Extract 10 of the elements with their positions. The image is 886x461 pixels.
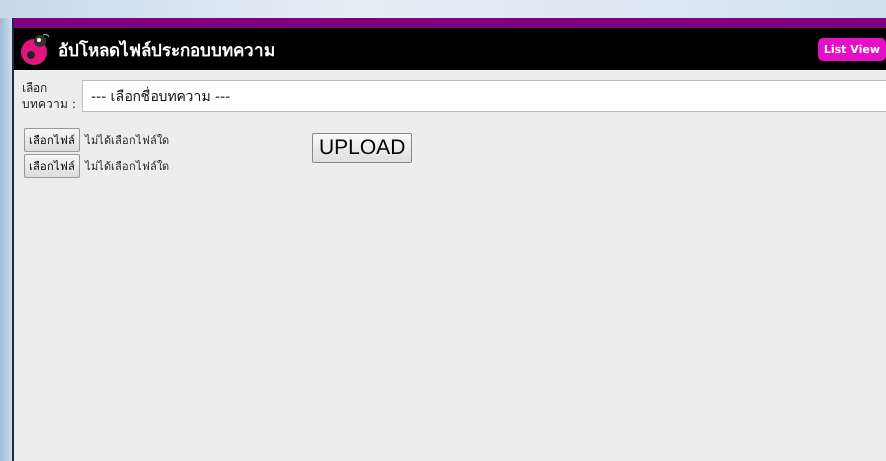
choose-file-button[interactable]: เลือกไฟล์ <box>24 154 80 178</box>
list-view-button[interactable]: List View <box>818 38 886 60</box>
article-select[interactable]: --- เลือกชื่อบทความ --- <box>82 80 886 112</box>
choose-file-button[interactable]: เลือกไฟล์ <box>24 128 80 152</box>
file-status: ไม่ได้เลือกไฟล์ใด <box>85 159 169 175</box>
file-status: ไม่ได้เลือกไฟล์ใด <box>85 133 169 149</box>
field-label: เลือก บทความ : <box>22 80 77 112</box>
page-title: อัปโหลดไฟล์ประกอบบทความ <box>58 39 275 62</box>
ladybug-logo-icon <box>20 32 50 66</box>
upload-button[interactable]: UPLOAD <box>312 133 412 163</box>
